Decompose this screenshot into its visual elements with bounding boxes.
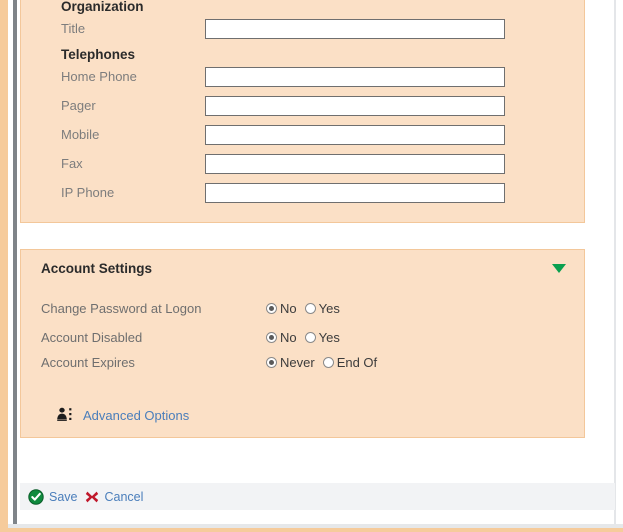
field-row-fax: Fax <box>41 154 505 174</box>
page-frame: Organization Title Telephones Home Phone… <box>0 0 623 532</box>
advanced-options-link[interactable]: Advanced Options <box>83 408 189 423</box>
radio-dot-icon <box>266 303 277 314</box>
label-change-password-at-logon: Change Password at Logon <box>41 301 202 316</box>
label-mobile: Mobile <box>61 127 100 142</box>
cancel-label: Cancel <box>104 489 144 504</box>
label-ip-phone: IP Phone <box>61 185 115 200</box>
account-settings-title: Account Settings <box>41 261 153 276</box>
label-fax: Fax <box>61 156 83 171</box>
input-home-phone[interactable] <box>205 67 505 87</box>
label-account-disabled: Account Disabled <box>41 330 143 345</box>
label-pager: Pager <box>61 98 96 113</box>
form-action-bar: Save Cancel <box>20 483 615 510</box>
radio-label-no: No <box>280 330 297 345</box>
advanced-options-row[interactable]: Advanced Options <box>55 407 189 423</box>
radio-label-end-of: End Of <box>336 355 378 370</box>
save-label: Save <box>49 489 78 504</box>
radio-account-disabled-yes[interactable]: Yes <box>304 330 340 345</box>
user-options-icon <box>55 407 75 423</box>
input-mobile[interactable] <box>205 125 505 145</box>
radio-account-expires-end-of[interactable]: End Of <box>322 355 378 370</box>
radio-dot-icon <box>266 357 277 368</box>
contact-details-panel: Organization Title Telephones Home Phone… <box>20 0 585 223</box>
radio-dot-icon <box>304 332 316 343</box>
field-row-mobile: Mobile <box>41 125 505 145</box>
radio-account-disabled-no[interactable]: No <box>266 330 297 345</box>
account-settings-header: Account Settings <box>41 261 566 276</box>
cancel-button[interactable]: Cancel <box>84 489 144 505</box>
label-home-phone: Home Phone <box>61 69 137 84</box>
radio-dot-icon <box>266 332 277 343</box>
label-title: Title <box>61 21 86 36</box>
red-x-icon <box>84 489 100 505</box>
triangle-down-icon[interactable] <box>552 264 566 273</box>
save-button[interactable]: Save <box>28 488 78 505</box>
right-vertical-divider <box>614 0 616 527</box>
field-row-ip-phone: IP Phone <box>41 183 505 203</box>
radio-account-expires-never[interactable]: Never <box>266 355 315 370</box>
input-ip-phone[interactable] <box>205 183 505 203</box>
green-check-circle-icon <box>28 488 44 505</box>
field-row-home-phone: Home Phone <box>41 67 505 87</box>
radio-label-yes: Yes <box>318 301 340 316</box>
account-settings-panel: Account Settings Change Password at Logo… <box>20 249 585 438</box>
bottom-orange-rule <box>0 528 623 532</box>
label-account-expires: Account Expires <box>41 355 135 370</box>
section-heading-organization: Organization <box>61 0 144 14</box>
input-fax[interactable] <box>205 154 505 174</box>
radio-dot-icon <box>304 303 316 314</box>
input-title[interactable] <box>205 19 505 39</box>
radio-label-never: Never <box>280 355 315 370</box>
radio-dot-icon <box>322 357 334 368</box>
radio-label-yes: Yes <box>318 330 340 345</box>
radio-row-account-disabled: Account Disabled No Yes <box>41 330 348 345</box>
field-row-title: Title <box>41 19 505 39</box>
field-row-pager: Pager <box>41 96 505 116</box>
input-pager[interactable] <box>205 96 505 116</box>
radio-row-change-password-at-logon: Change Password at Logon No Yes <box>41 301 348 316</box>
radio-row-account-expires: Account Expires Never End Of <box>41 355 385 370</box>
section-heading-telephones: Telephones <box>61 47 136 62</box>
radio-label-no: No <box>280 301 297 316</box>
radio-change-password-yes[interactable]: Yes <box>304 301 340 316</box>
left-vertical-divider <box>13 0 17 527</box>
left-orange-rail <box>0 0 8 532</box>
radio-change-password-no[interactable]: No <box>266 301 297 316</box>
